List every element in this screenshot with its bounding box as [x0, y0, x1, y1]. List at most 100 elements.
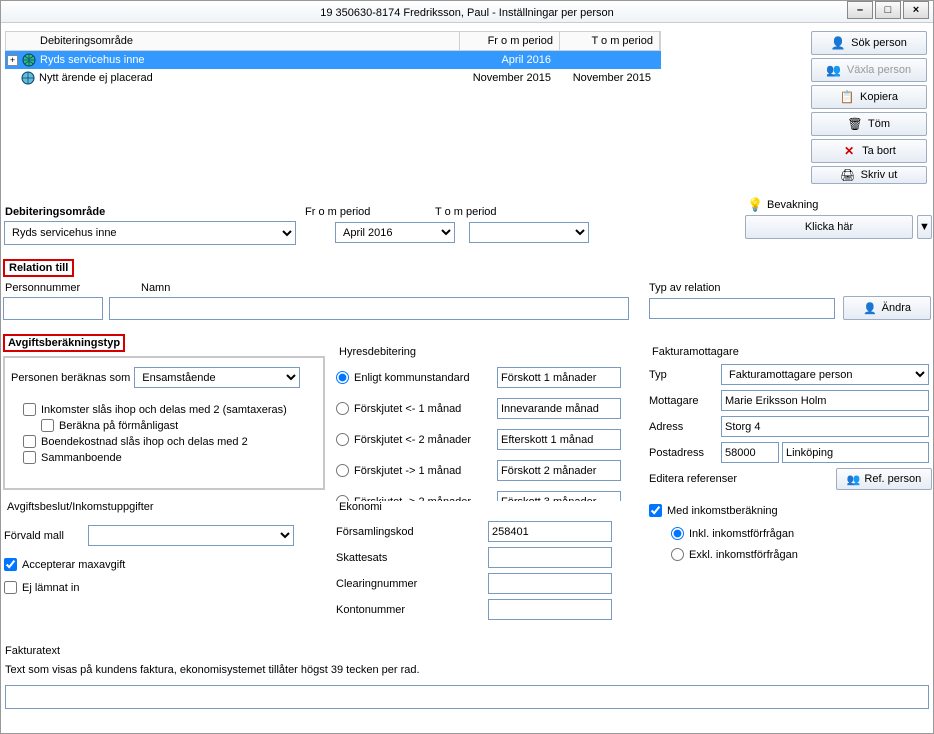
trash-icon: 🗑	[848, 117, 862, 131]
fakturatext-input[interactable]	[5, 685, 929, 709]
hy-value-1[interactable]	[497, 398, 621, 419]
fakt-typ-label: Typ	[649, 369, 721, 381]
col-to[interactable]: T o m period	[560, 32, 660, 50]
konto-input[interactable]	[488, 599, 612, 620]
from-period-label: Fr o m period	[305, 206, 370, 218]
radio-back1[interactable]	[336, 402, 349, 415]
cb-samtaxeras[interactable]	[23, 403, 36, 416]
bevakning-dropdown-button[interactable]: ▼	[917, 215, 932, 239]
globe-icon	[21, 71, 35, 85]
close-button[interactable]: ×	[903, 1, 929, 19]
radio-fwd1[interactable]	[336, 464, 349, 477]
konto-label: Kontonummer	[336, 604, 488, 616]
action-button-panel: 👤Sök person 👥Växla person 📋Kopiera 🗑Töm …	[811, 31, 927, 184]
maximize-button[interactable]: □	[875, 1, 901, 19]
cb-med-inkomst[interactable]	[649, 504, 662, 517]
fakt-typ-select[interactable]: Fakturamottagare person	[721, 364, 929, 385]
app-window: 19 350630-8174 Fredriksson, Paul - Instä…	[0, 0, 934, 734]
col-from[interactable]: Fr o m period	[460, 32, 560, 50]
billing-area-label: Debiteringsområde	[5, 206, 105, 218]
avgtyp-title: Avgiftsberäkningstyp	[3, 334, 125, 352]
namn-input[interactable]	[109, 297, 629, 320]
ref-person-button[interactable]: 👥Ref. person	[836, 468, 932, 490]
fakt-post1-input[interactable]	[721, 442, 779, 463]
print-icon: 🖨	[841, 168, 855, 182]
copy-button[interactable]: 📋Kopiera	[811, 85, 927, 109]
hyres-group: Hyresdebitering Enligt kommunstandard Fö…	[336, 346, 627, 491]
billing-area-tree[interactable]: Debiteringsområde Fr o m period T o m pe…	[5, 31, 661, 109]
print-button[interactable]: 🖨Skriv ut	[811, 166, 927, 184]
delete-x-icon: ✕	[842, 144, 856, 158]
hyres-title: Hyresdebitering	[336, 346, 627, 358]
cb-formanligast[interactable]	[41, 419, 54, 432]
forsamling-input[interactable]	[488, 521, 612, 542]
clearing-label: Clearingnummer	[336, 578, 488, 590]
clearing-input[interactable]	[488, 573, 612, 594]
fakt-adr-label: Adress	[649, 421, 721, 433]
tree-row[interactable]: + Ryds servicehus inne April 2016	[5, 51, 661, 69]
billing-area-select[interactable]: Ryds servicehus inne	[4, 221, 296, 245]
namn-label: Namn	[141, 282, 170, 294]
fakt-mot-input[interactable]	[721, 390, 929, 411]
window-title: 19 350630-8174 Fredriksson, Paul - Instä…	[320, 7, 614, 19]
bevakning-button[interactable]: Klicka här	[745, 215, 913, 239]
radio-kommunstandard[interactable]	[336, 371, 349, 384]
mall-label: Förvald mall	[4, 530, 82, 542]
bulb-icon: 💡	[747, 197, 763, 213]
hy-value-0[interactable]	[497, 367, 621, 388]
to-period-select[interactable]	[469, 222, 589, 243]
tree-row-area: Nytt ärende ej placerad	[39, 72, 153, 84]
forsamling-label: Församlingskod	[336, 526, 488, 538]
typ-relation-input[interactable]	[649, 298, 835, 319]
mall-select[interactable]	[88, 525, 294, 546]
search-person-button[interactable]: 👤Sök person	[811, 31, 927, 55]
person-search-icon: 👤	[831, 36, 845, 50]
beslut-title: Avgiftsbeslut/Inkomstuppgifter	[4, 501, 325, 513]
tree-row-from: April 2016	[461, 54, 561, 66]
tree-row-from: November 2015	[461, 72, 561, 84]
switch-person-button[interactable]: 👥Växla person	[811, 58, 927, 82]
delete-button[interactable]: ✕Ta bort	[811, 139, 927, 163]
cb-sammanboende[interactable]	[23, 451, 36, 464]
tree-row[interactable]: Nytt ärende ej placerad November 2015 No…	[5, 69, 661, 87]
fakt-group: Fakturamottagare TypFakturamottagare per…	[649, 346, 932, 491]
col-area[interactable]: Debiteringsområde	[6, 32, 460, 50]
skattesats-label: Skattesats	[336, 552, 488, 564]
radio-back2[interactable]	[336, 433, 349, 446]
editera-ref-label: Editera referenser	[649, 473, 737, 485]
switch-icon: 👥	[827, 63, 841, 77]
expand-icon[interactable]: +	[7, 55, 18, 66]
globe-icon	[22, 53, 36, 67]
tree-header: Debiteringsområde Fr o m period T o m pe…	[5, 31, 661, 51]
fakt-post2-input[interactable]	[782, 442, 929, 463]
avgtyp-group: Personen beräknas som Ensamstående Inkom…	[3, 356, 325, 490]
cb-ejlamnat[interactable]	[4, 581, 17, 594]
person-calc-label: Personen beräknas som	[11, 372, 130, 384]
copy-icon: 📋	[840, 90, 854, 104]
from-period-select[interactable]: April 2016	[335, 222, 455, 243]
personnummer-label: Personnummer	[5, 282, 80, 294]
to-period-label: T o m period	[435, 206, 497, 218]
andra-button[interactable]: 👤Ändra	[843, 296, 931, 320]
beslut-group: Avgiftsbeslut/Inkomstuppgifter Förvald m…	[4, 501, 325, 619]
hy-value-3[interactable]	[497, 460, 621, 481]
skattesats-input[interactable]	[488, 547, 612, 568]
cb-boendekostnad[interactable]	[23, 435, 36, 448]
ekonomi-title: Ekonomi	[336, 501, 627, 513]
fakt-mot-label: Mottagare	[649, 395, 721, 407]
fakturatext-title: Fakturatext	[5, 645, 60, 657]
personnummer-input[interactable]	[3, 297, 103, 320]
cb-maxavgift[interactable]	[4, 558, 17, 571]
person-calc-select[interactable]: Ensamstående	[134, 367, 300, 388]
people-icon: 👥	[847, 473, 861, 486]
hy-value-2[interactable]	[497, 429, 621, 450]
minimize-button[interactable]: –	[847, 1, 873, 19]
radio-inkl[interactable]	[671, 527, 684, 540]
fakt-title: Fakturamottagare	[649, 346, 932, 358]
ekonomi-group: Ekonomi Församlingskod Skattesats Cleari…	[336, 501, 627, 619]
radio-exkl[interactable]	[671, 548, 684, 561]
clear-button[interactable]: 🗑Töm	[811, 112, 927, 136]
tree-row-area: Ryds servicehus inne	[40, 54, 145, 66]
bevakning-label: Bevakning	[767, 199, 818, 211]
fakt-adr-input[interactable]	[721, 416, 929, 437]
